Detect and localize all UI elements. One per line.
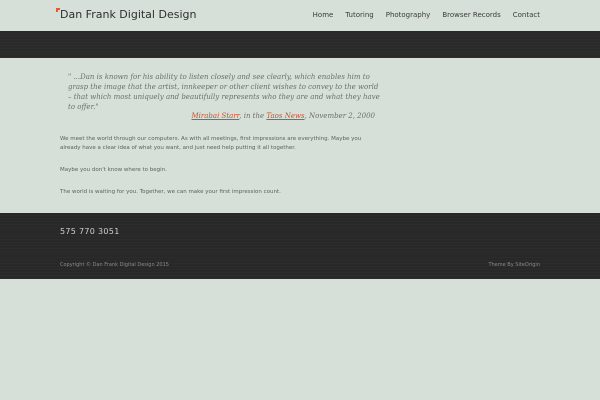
main-content: " ...Dan is known for his ability to lis…	[0, 58, 600, 213]
quote-attribution: Mirabai Starr, in the Taos News, Novembe…	[192, 112, 376, 120]
theme-credit-prefix: Theme By	[488, 262, 516, 268]
source-link[interactable]: Taos News	[266, 112, 304, 120]
attribution-middle: , in the	[239, 112, 267, 120]
copyright-text: Copyright © Dan Frank Digital Design 201…	[60, 262, 169, 268]
site-header: Dan Frank Digital Design Home Tutoring P…	[0, 0, 600, 31]
intro-paragraph: We meet the world through our computers.…	[60, 136, 362, 151]
attribution-date: , November 2, 2000	[304, 112, 375, 120]
nav-browser-records[interactable]: Browser Records	[442, 10, 500, 20]
nav-photography[interactable]: Photography	[386, 10, 431, 20]
theme-credit: Theme By SiteOrigin	[488, 262, 540, 268]
begin-paragraph: Maybe you don't know where to begin.	[60, 167, 167, 173]
site-footer: 575 770 3051 Copyright © Dan Frank Digit…	[0, 213, 600, 279]
closing-paragraph: The world is waiting for you. Together, …	[60, 189, 281, 195]
site-title[interactable]: Dan Frank Digital Design	[60, 7, 196, 23]
testimonial-quote: " ...Dan is known for his ability to lis…	[68, 73, 380, 111]
theme-link[interactable]: SiteOrigin	[515, 262, 540, 268]
nav-tutoring[interactable]: Tutoring	[345, 10, 373, 20]
header-banner	[0, 31, 600, 58]
main-nav: Home Tutoring Photography Browser Record…	[301, 10, 540, 20]
phone-number: 575 770 3051	[60, 227, 120, 236]
author-link[interactable]: Mirabai Starr	[192, 112, 240, 120]
nav-home[interactable]: Home	[313, 10, 334, 20]
nav-contact[interactable]: Contact	[513, 10, 540, 20]
